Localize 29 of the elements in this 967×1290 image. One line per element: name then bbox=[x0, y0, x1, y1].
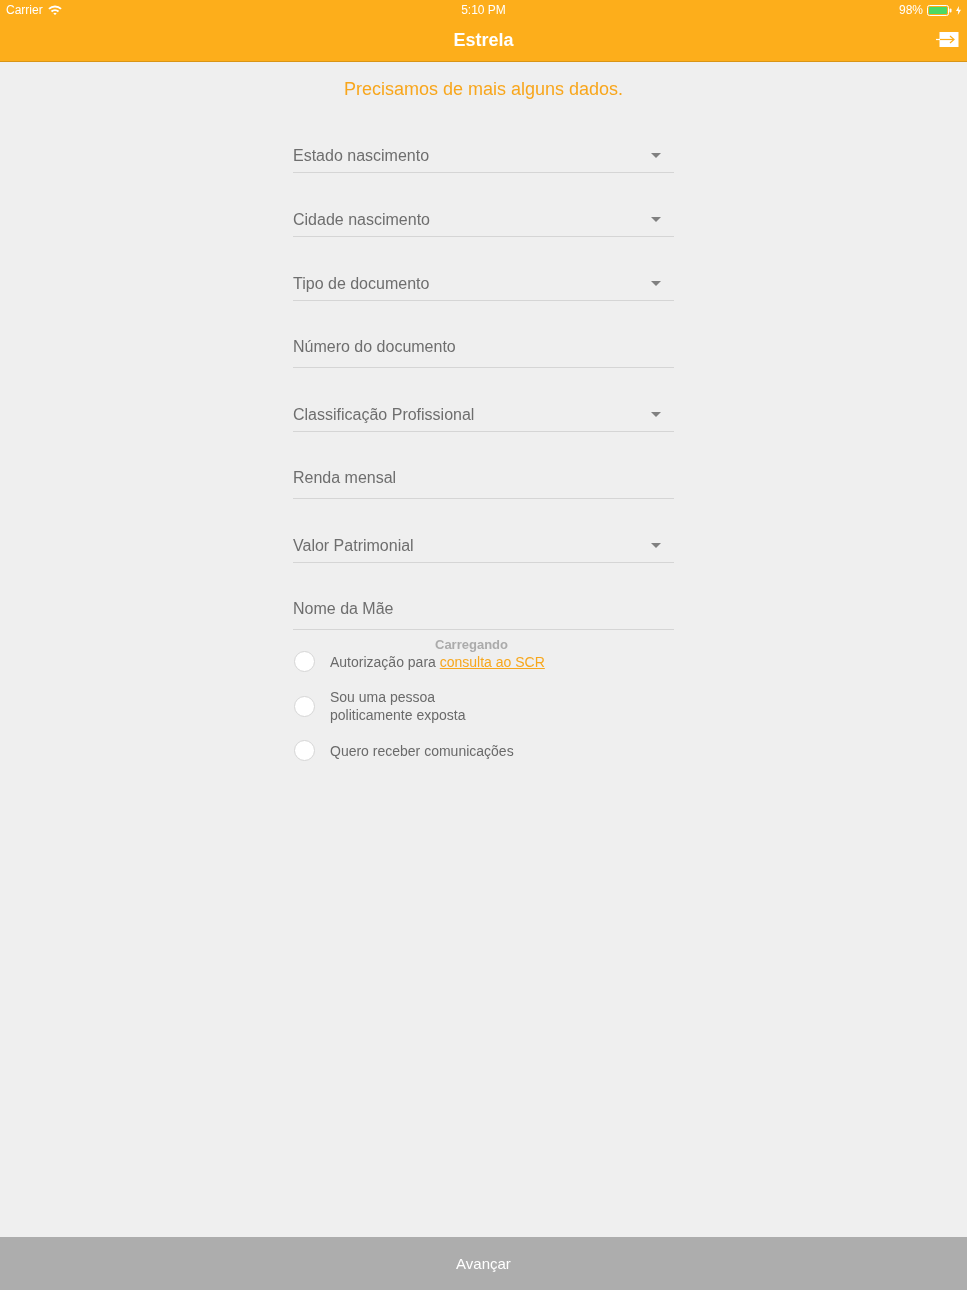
dropdown-field[interactable]: Estado nascimento bbox=[293, 133, 674, 173]
checkbox[interactable] bbox=[294, 651, 315, 672]
form-heading: Precisamos de mais alguns dados. bbox=[342, 78, 625, 100]
caret-icon bbox=[651, 412, 661, 417]
input-field[interactable]: Nome da Mãe bbox=[293, 587, 674, 630]
wifi-icon bbox=[47, 5, 62, 15]
carrier-name: Carrier bbox=[6, 3, 43, 17]
checkbox-label: Autorização para consulta ao SCR bbox=[330, 652, 545, 671]
checkbox-label: Sou uma pessoa politicamente exposta bbox=[330, 688, 466, 724]
caret-icon bbox=[651, 217, 661, 222]
checkbox[interactable] bbox=[294, 695, 315, 717]
battery-percent: 98% bbox=[898, 3, 923, 17]
input-field[interactable]: Renda mensal bbox=[293, 456, 674, 499]
input-field[interactable]: Número do documento bbox=[293, 325, 674, 368]
logout-button[interactable] bbox=[936, 32, 959, 48]
dropdown-field[interactable]: Cidade nascimento bbox=[293, 197, 674, 237]
checkbox[interactable] bbox=[294, 740, 315, 761]
caret-icon bbox=[651, 281, 661, 286]
battery-icon bbox=[927, 4, 952, 16]
checkbox-label: Quero receber comunicações bbox=[330, 741, 514, 760]
clock-time: 5:10 PM bbox=[461, 3, 506, 17]
logout-icon bbox=[936, 32, 959, 48]
dropdown-field[interactable]: Classificação Profissional bbox=[293, 392, 674, 432]
dropdown-field[interactable]: Tipo de documento bbox=[293, 261, 674, 301]
dropdown-field[interactable]: Valor Patrimonial bbox=[293, 523, 674, 563]
screen-title: Estrela bbox=[453, 30, 514, 51]
caret-icon bbox=[651, 153, 661, 158]
caret-icon bbox=[651, 543, 661, 548]
loading-text: Carregando bbox=[435, 637, 508, 652]
